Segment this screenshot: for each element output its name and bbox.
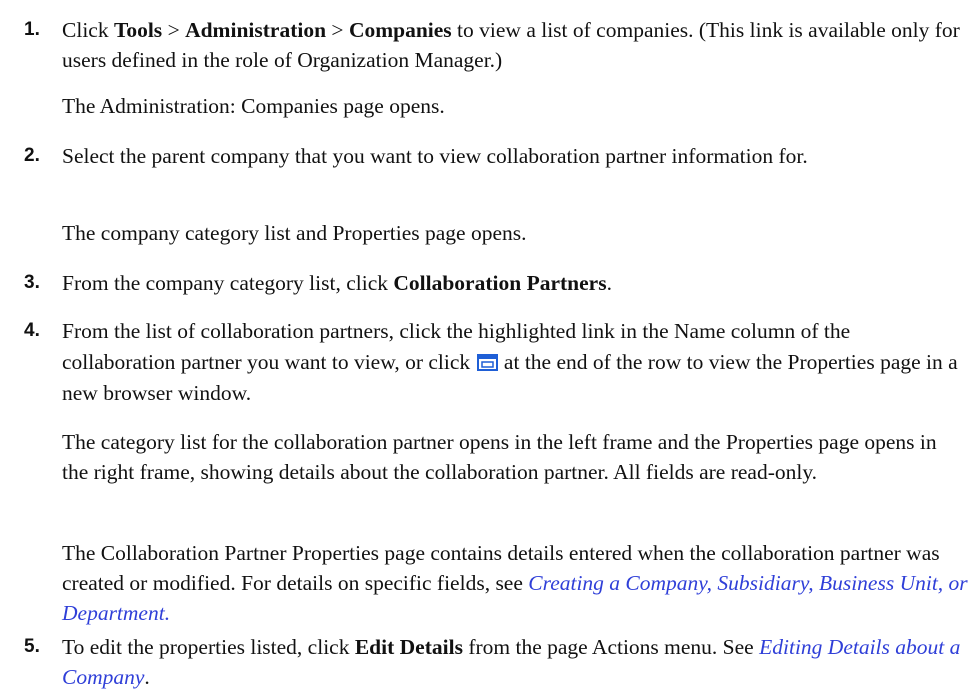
menu-separator: > (326, 18, 349, 42)
step-number: 1. (24, 19, 40, 40)
step-result: The company category list and Properties… (62, 221, 527, 245)
step-number: 4. (24, 320, 40, 341)
ui-label-collaboration-partners: Collaboration Partners (393, 271, 607, 295)
step-instruction: To edit the properties listed, click Edi… (62, 632, 968, 692)
step-number: 5. (24, 636, 40, 657)
ui-label-tools: Tools (113, 18, 163, 42)
step-number: 2. (24, 145, 40, 166)
ui-label-edit-details: Edit Details (354, 635, 463, 659)
step-note: The Collaboration Partner Properties pag… (62, 538, 968, 628)
instruction-text: from the page Actions menu. See (462, 635, 760, 659)
step-result: The Administration: Companies page opens… (62, 94, 445, 118)
instruction-text: To edit the properties listed, click (62, 635, 355, 659)
step-result: The category list for the collaboration … (62, 430, 937, 484)
step-instruction: From the company category list, click Co… (62, 268, 968, 298)
instruction-text: From the company category list, click (62, 271, 394, 295)
ui-label-administration: Administration (185, 18, 327, 42)
step-instruction: From the list of collaboration partners,… (62, 316, 968, 409)
step-instruction: Click Tools > Administration > Companies… (62, 15, 968, 75)
menu-separator: > (162, 18, 186, 42)
new-window-icon (476, 349, 498, 371)
ui-label-companies: Companies (348, 18, 452, 42)
step-number: 3. (24, 272, 40, 293)
instruction-text: Select the parent company that you want … (62, 144, 808, 168)
step-instruction: Select the parent company that you want … (62, 141, 968, 171)
instruction-text: Click (62, 18, 114, 42)
instruction-text: . (606, 271, 612, 295)
instruction-text: . (144, 665, 150, 689)
